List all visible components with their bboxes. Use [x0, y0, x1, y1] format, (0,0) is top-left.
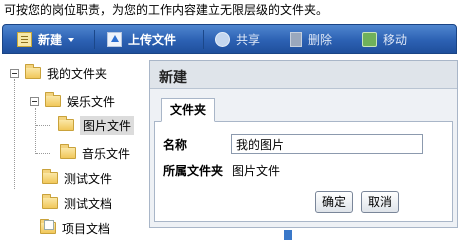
- upload-button[interactable]: 上传文件: [107, 25, 176, 53]
- panel-title: 新建: [159, 70, 187, 86]
- folder-open-icon: [25, 64, 41, 79]
- name-field[interactable]: [231, 134, 423, 154]
- folder-form: 名称 所属文件夹 图片文件 确定 取消: [154, 122, 453, 222]
- tree-connector: [14, 79, 15, 189]
- trash-icon: [290, 31, 302, 47]
- tree-item-pictures[interactable]: 图片文件: [58, 115, 135, 135]
- new-button[interactable]: 新建: [17, 25, 75, 53]
- tree-item-label: 我的文件夹: [47, 66, 108, 81]
- tree-connector: [36, 125, 50, 126]
- document-folder-icon: [40, 219, 56, 234]
- tree-item-music[interactable]: 音乐文件: [60, 143, 130, 163]
- tree-connector: [35, 108, 36, 154]
- cancel-button[interactable]: 取消: [361, 191, 400, 213]
- tree-item-label: 项目文档: [62, 221, 111, 236]
- chevron-down-icon: [68, 37, 75, 42]
- tab-strip: 文件夹: [154, 96, 453, 122]
- tree-connector: [36, 153, 50, 154]
- folder-open-icon: [58, 116, 74, 131]
- scroll-handle[interactable]: [284, 230, 292, 240]
- folder-icon: [60, 144, 76, 159]
- collapse-icon[interactable]: [30, 96, 39, 106]
- move-icon: [362, 31, 377, 47]
- share-button-label: 共享: [236, 32, 261, 47]
- tree-item-root[interactable]: 我的文件夹: [10, 63, 107, 83]
- share-icon: [215, 31, 230, 47]
- folder-tree: 我的文件夹 娱乐文件 图片文件 音乐文件 测试文件 测试文档 项目文档: [0, 58, 146, 240]
- tree-item-label: 音乐文件: [82, 146, 131, 161]
- move-button-label: 移动: [383, 32, 408, 47]
- folder-icon: [42, 169, 58, 184]
- folder-open-icon: [45, 92, 61, 107]
- upload-button-label: 上传文件: [128, 32, 177, 47]
- tree-item-project-doc[interactable]: 项目文档: [40, 218, 110, 238]
- ok-button[interactable]: 确定: [315, 191, 354, 213]
- parent-folder-value: 图片文件: [232, 164, 281, 178]
- delete-button-label: 删除: [308, 32, 333, 47]
- tree-item-label: 测试文档: [64, 196, 113, 211]
- toolbar-divider: [94, 30, 95, 49]
- tab-folder[interactable]: 文件夹: [161, 98, 216, 122]
- toolbar: 新建 上传文件 共享 删除 移动: [2, 24, 457, 54]
- tree-item-label: 图片文件: [80, 115, 135, 135]
- panel-header: 新建: [150, 61, 457, 89]
- move-button[interactable]: 移动: [362, 25, 407, 53]
- tree-item-test-doc[interactable]: 测试文档: [42, 193, 112, 213]
- delete-button[interactable]: 删除: [290, 25, 332, 53]
- tree-item-test-file[interactable]: 测试文件: [42, 168, 112, 188]
- tree-item-label: 娱乐文件: [67, 94, 116, 109]
- name-label: 名称: [163, 138, 188, 152]
- parent-folder-label: 所属文件夹: [163, 164, 224, 178]
- collapse-icon[interactable]: [10, 68, 19, 78]
- folder-icon: [42, 194, 58, 209]
- new-button-label: 新建: [38, 32, 63, 47]
- upload-icon: [107, 31, 122, 47]
- toolbar-divider: [203, 30, 204, 49]
- tree-item-label: 测试文件: [64, 171, 113, 186]
- new-folder-panel: 新建 文件夹 名称 所属文件夹 图片文件 确定 取消: [149, 60, 458, 228]
- page-caption: 可按您的岗位职责，为您的工作内容建立无限层级的文件夹。: [4, 3, 329, 17]
- tree-item-entertainment[interactable]: 娱乐文件: [30, 91, 115, 111]
- share-button[interactable]: 共享: [215, 25, 260, 53]
- new-doc-icon: [17, 31, 32, 47]
